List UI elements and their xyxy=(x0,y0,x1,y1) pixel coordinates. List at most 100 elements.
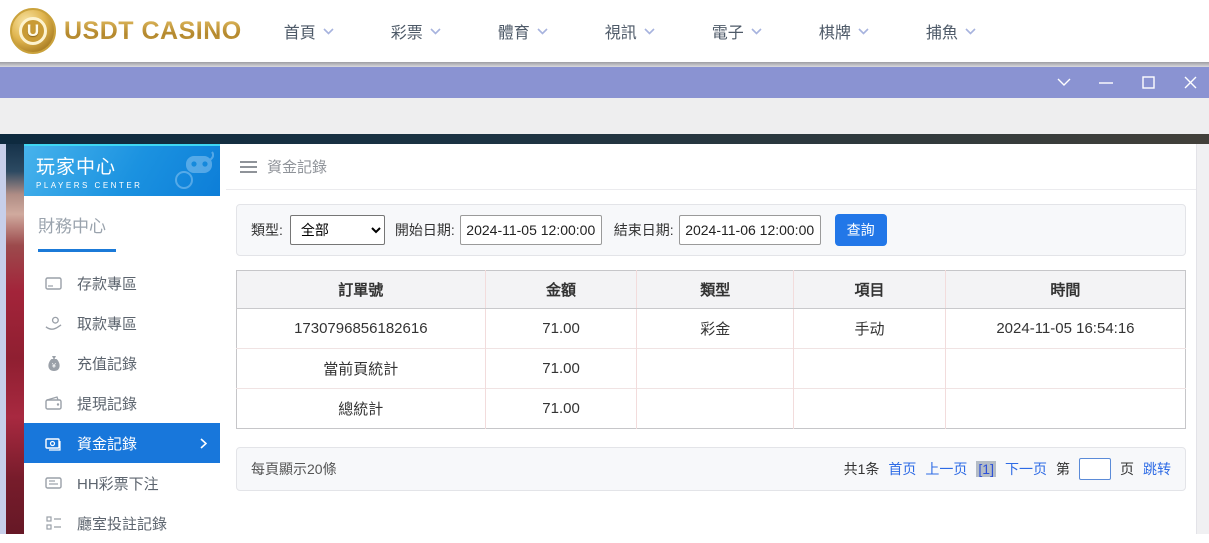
start-date-input[interactable] xyxy=(460,215,602,245)
nav-item-label: 彩票 xyxy=(391,19,423,43)
menu-icon[interactable] xyxy=(240,161,257,173)
table-cell: 2024-11-05 16:54:16 xyxy=(945,309,1185,349)
sidebar: 玩家中心 PLAYERS CENTER 財務中心 存款專區取款專區¥充值記錄提現… xyxy=(24,144,220,534)
bank-card-icon xyxy=(45,275,62,292)
table-cell: 彩金 xyxy=(637,309,794,349)
nav-item-label: 棋牌 xyxy=(819,19,851,43)
sidebar-item-label: 資金記錄 xyxy=(77,433,137,454)
hand-coin-icon xyxy=(45,315,62,332)
room-record-icon xyxy=(45,515,62,532)
lottery-ticket-icon xyxy=(45,475,62,492)
sidebar-item-label: 充值記錄 xyxy=(77,353,137,374)
nav-item-label: 體育 xyxy=(498,19,530,43)
window-collapse-icon[interactable] xyxy=(1053,72,1075,94)
sidebar-item-1[interactable]: 取款專區 xyxy=(24,303,220,343)
column-header: 時間 xyxy=(945,271,1185,309)
window-minimize-icon[interactable] xyxy=(1095,72,1117,94)
records-table-head: 訂單號金額類型項目時間 xyxy=(237,271,1186,309)
main-panel: 資金記錄 類型: 全部 開始日期: 結束日期: 查詢 訂單號金額類型項目時間 1… xyxy=(226,144,1196,534)
chevron-right-icon xyxy=(200,436,207,453)
background-photo-strip xyxy=(6,144,24,534)
sidebar-item-4[interactable]: 資金記錄 xyxy=(24,423,220,463)
column-header: 訂單號 xyxy=(237,271,486,309)
table-cell xyxy=(637,389,794,429)
first-page-link[interactable]: 首页 xyxy=(888,459,916,479)
nav-item-0[interactable]: 首頁 xyxy=(284,19,334,43)
type-select[interactable]: 全部 xyxy=(290,215,385,245)
window-right-margin xyxy=(1196,144,1209,534)
main-nav: 首頁 彩票 體育 視訊 電子 棋牌 捕魚 xyxy=(284,19,976,43)
sidebar-item-label: 廳室投註記錄 xyxy=(77,513,167,534)
sidebar-section: 財務中心 xyxy=(24,196,220,252)
logo-coin-icon: U xyxy=(10,8,56,54)
sidebar-item-5[interactable]: HH彩票下注 xyxy=(24,463,220,503)
sidebar-item-label: 取款專區 xyxy=(77,313,137,334)
nav-item-4[interactable]: 電子 xyxy=(712,19,762,43)
start-date-label: 開始日期: xyxy=(395,220,455,240)
page-number-input[interactable] xyxy=(1079,458,1111,480)
svg-text:¥: ¥ xyxy=(52,363,56,370)
gamepad-icon xyxy=(168,150,214,195)
window-controls xyxy=(1053,67,1209,98)
current-page-indicator: [1] xyxy=(976,461,996,477)
chevron-down-icon xyxy=(537,22,548,40)
search-button[interactable]: 查詢 xyxy=(835,214,887,246)
end-date-label: 結束日期: xyxy=(614,220,674,240)
chevron-down-icon xyxy=(751,22,762,40)
page-title: 資金記錄 xyxy=(267,156,327,177)
column-header: 類型 xyxy=(637,271,794,309)
nav-item-3[interactable]: 視訊 xyxy=(605,19,655,43)
sidebar-item-2[interactable]: ¥ 充值記錄 xyxy=(24,343,220,383)
nav-item-label: 視訊 xyxy=(605,19,637,43)
window-maximize-icon[interactable] xyxy=(1137,72,1159,94)
site-logo[interactable]: U USDT CASINO xyxy=(10,8,242,54)
jump-button[interactable]: 跳转 xyxy=(1143,459,1171,479)
nav-item-1[interactable]: 彩票 xyxy=(391,19,441,43)
logo-text: USDT CASINO xyxy=(64,17,242,46)
nav-item-6[interactable]: 捕魚 xyxy=(926,19,976,43)
sidebar-item-label: 提現記錄 xyxy=(77,393,137,414)
wallet-icon xyxy=(45,395,62,412)
nav-item-label: 首頁 xyxy=(284,19,316,43)
chevron-down-icon xyxy=(858,22,869,40)
table-row: 當前頁統計71.00 xyxy=(237,349,1186,389)
money-bag-icon: ¥ xyxy=(45,355,62,372)
total-count: 共1条 xyxy=(844,459,880,479)
table-row: 173079685618261671.00彩金手动2024-11-05 16:5… xyxy=(237,309,1186,349)
column-header: 金額 xyxy=(485,271,637,309)
chevron-down-icon xyxy=(965,22,976,40)
sidebar-item-0[interactable]: 存款專區 xyxy=(24,263,220,303)
table-cell: 當前頁統計 xyxy=(237,349,486,389)
nav-item-2[interactable]: 體育 xyxy=(498,19,548,43)
chevron-down-icon xyxy=(430,22,441,40)
next-page-link[interactable]: 下一页 xyxy=(1005,459,1047,479)
jump-suffix-label: 页 xyxy=(1120,459,1134,479)
table-row: 總統計71.00 xyxy=(237,389,1186,429)
window-close-icon[interactable] xyxy=(1179,72,1201,94)
nav-item-label: 捕魚 xyxy=(926,19,958,43)
records-table-body: 1730796856182616 71.00彩金手动2024-11-05 16:5… xyxy=(237,309,1186,429)
end-date-input[interactable] xyxy=(679,215,821,245)
window-toolbar-strip xyxy=(0,98,1209,134)
per-page-label: 每頁顯示20條 xyxy=(251,459,337,479)
nav-item-label: 電子 xyxy=(712,19,744,43)
column-header: 項目 xyxy=(794,271,946,309)
site-header: U USDT CASINO 首頁 彩票 體育 視訊 電子 棋牌 捕魚 xyxy=(0,0,1209,62)
table-cell: 71.00 xyxy=(485,389,637,429)
prev-page-link[interactable]: 上一页 xyxy=(925,459,967,479)
table-cell: 手动 xyxy=(794,309,946,349)
sidebar-menu: 存款專區取款專區 ¥ 充值記錄提現記錄資金記錄 HH彩票下注廳室投註記錄 xyxy=(24,263,220,543)
jump-prefix-label: 第 xyxy=(1056,459,1070,479)
sidebar-section-underline xyxy=(38,249,116,252)
sidebar-item-label: HH彩票下注 xyxy=(77,473,159,494)
sidebar-item-6[interactable]: 廳室投註記錄 xyxy=(24,503,220,543)
chevron-down-icon xyxy=(644,22,655,40)
filter-bar: 類型: 全部 開始日期: 結束日期: 查詢 xyxy=(236,204,1186,256)
table-cell: 總統計 xyxy=(237,389,486,429)
sidebar-item-3[interactable]: 提現記錄 xyxy=(24,383,220,423)
records-table: 訂單號金額類型項目時間 1730796856182616 71.00彩金手动202… xyxy=(236,270,1186,429)
table-cell xyxy=(794,349,946,389)
nav-item-5[interactable]: 棋牌 xyxy=(819,19,869,43)
table-cell: 1730796856182616 xyxy=(237,309,486,349)
chevron-down-icon xyxy=(323,22,334,40)
